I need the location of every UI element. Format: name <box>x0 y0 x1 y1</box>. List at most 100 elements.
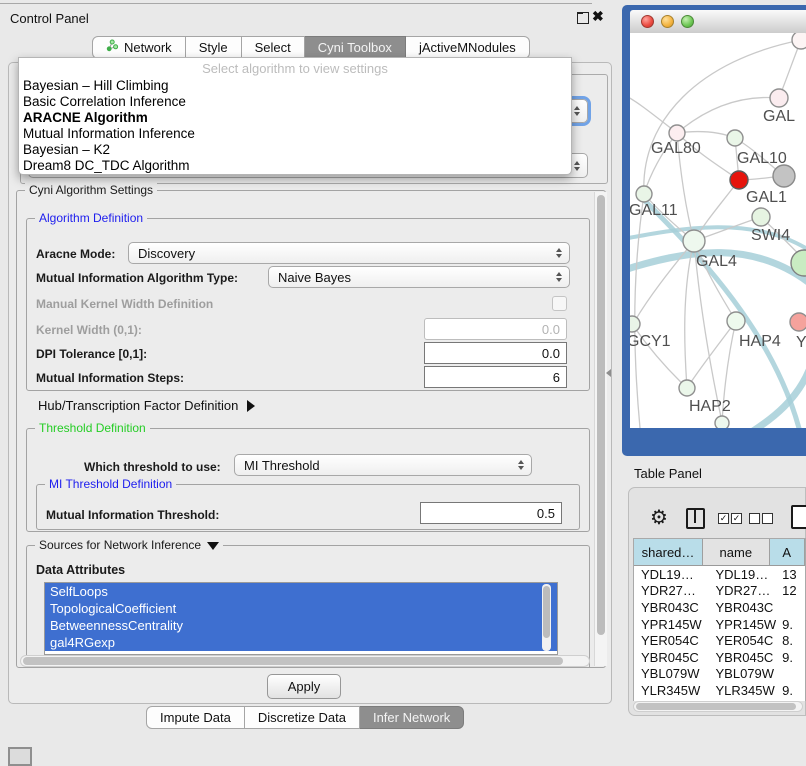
collapse-arrow-icon <box>207 542 219 550</box>
table-cell: 9. <box>782 650 805 665</box>
document-icon[interactable] <box>791 505 806 529</box>
settings-vscrollbar[interactable] <box>594 192 607 666</box>
list-scrollbar[interactable] <box>542 584 551 651</box>
checked-checkbox-icon[interactable]: ✓ <box>718 513 729 524</box>
which-threshold-combo[interactable]: MI Threshold <box>234 454 532 476</box>
algorithm-option[interactable]: ARACNE Algorithm <box>19 110 571 126</box>
network-node-gal11[interactable] <box>636 186 652 202</box>
network-node-y[interactable] <box>790 313 806 331</box>
network-canvas[interactable]: GALGAL80GAL10GAL1GAL11SWI4GAL4GCY1HAP4YH… <box>630 33 806 428</box>
network-node-gcy1[interactable] <box>630 316 640 332</box>
network-node-gal10[interactable] <box>727 130 743 146</box>
network-node[interactable] <box>792 33 806 49</box>
table-cell: YLR345W <box>634 683 711 698</box>
node-label: GCY1 <box>630 333 671 350</box>
network-node-swi4[interactable] <box>752 208 770 226</box>
algorithm-option[interactable]: Dream8 DC_TDC Algorithm <box>19 158 571 174</box>
close-icon[interactable]: ✖ <box>592 8 604 25</box>
node-table: shared…nameA YDL19…YDL19…13YDR27…YDR27…1… <box>633 538 806 701</box>
network-edge <box>685 241 694 388</box>
tab-style[interactable]: Style <box>186 36 242 59</box>
table-row[interactable]: YDL19…YDL19…13 <box>634 566 805 583</box>
attribute-item[interactable]: SelfLoops <box>45 583 557 600</box>
algorithm-option[interactable]: Bayesian – Hill Climbing <box>19 78 571 94</box>
table-row[interactable]: YDR27…YDR27…12 <box>634 583 805 600</box>
minimize-traffic-light[interactable] <box>661 15 674 28</box>
split-columns-icon[interactable] <box>686 508 705 529</box>
dpi-tolerance-field[interactable]: 0.0 <box>424 342 567 364</box>
manual-kernel-label: Manual Kernel Width Definition <box>36 297 213 311</box>
tab-cyni-toolbox[interactable]: Cyni Toolbox <box>305 36 406 59</box>
minimized-panel-icon[interactable] <box>8 747 32 766</box>
table-row[interactable]: YBR043CYBR043C <box>634 599 805 616</box>
unchecked-checkbox-icon[interactable] <box>749 513 760 524</box>
apply-button[interactable]: Apply <box>267 674 341 699</box>
network-node-hap2[interactable] <box>679 380 695 396</box>
panel-title: Control Panel <box>10 11 89 26</box>
network-window-titlebar[interactable] <box>630 10 806 34</box>
table-cell: 8. <box>782 633 805 648</box>
network-node-hap4[interactable] <box>727 312 745 330</box>
algorithm-option[interactable]: Bayesian – K2 <box>19 142 571 158</box>
table-cell: YBL079W <box>711 666 783 681</box>
network-edge <box>677 132 735 138</box>
float-window-icon[interactable] <box>577 12 589 24</box>
unchecked-checkbox-icon[interactable] <box>762 513 773 524</box>
column-header[interactable]: A <box>770 539 805 565</box>
mi-type-combo[interactable]: Naive Bayes <box>268 266 570 288</box>
node-label: Y <box>796 334 806 351</box>
tab-impute-data[interactable]: Impute Data <box>146 706 245 729</box>
algorithm-option[interactable]: Mutual Information Inference <box>19 126 571 142</box>
data-attributes-list[interactable]: SelfLoopsTopologicalCoefficientBetweenne… <box>44 582 558 655</box>
network-node-gal[interactable] <box>770 89 788 107</box>
node-label: HAP2 <box>689 398 731 415</box>
hub-definition-toggle[interactable]: Hub/Transcription Factor Definition <box>38 398 255 413</box>
table-panel-title: Table Panel <box>634 466 702 481</box>
tab-infer-network[interactable]: Infer Network <box>360 706 464 729</box>
network-node-gal80[interactable] <box>669 125 685 141</box>
settings-hscrollbar[interactable] <box>20 655 590 667</box>
attribute-item[interactable]: gal4RGexp <box>45 634 557 651</box>
network-edge <box>687 321 736 388</box>
algorithm-option[interactable]: Basic Correlation Inference <box>19 94 571 110</box>
manual-kernel-checkbox[interactable] <box>552 296 567 311</box>
table-cell: YBR043C <box>634 600 711 615</box>
attribute-item[interactable]: TopologicalCoefficient <box>45 600 557 617</box>
table-row[interactable]: YBL079WYBL079W <box>634 666 805 683</box>
tab-label: Cyni Toolbox <box>318 37 392 58</box>
mi-steps-field[interactable]: 6 <box>424 366 567 388</box>
dpi-tolerance-label: DPI Tolerance [0,1]: <box>36 347 147 361</box>
table-body: YDL19…YDL19…13YDR27…YDR27…12YBR043CYBR04… <box>634 566 805 701</box>
network-node-gal1[interactable] <box>730 171 748 189</box>
node-label: GAL11 <box>630 202 678 219</box>
sources-title[interactable]: Sources for Network Inference <box>35 538 223 552</box>
tab-discretize-data[interactable]: Discretize Data <box>245 706 360 729</box>
attribute-item[interactable]: BetweennessCentrality <box>45 617 557 634</box>
aracne-mode-combo[interactable]: Discovery <box>128 242 570 264</box>
table-row[interactable]: YBR045CYBR045C9. <box>634 649 805 666</box>
table-cell: YLR345W <box>711 683 783 698</box>
network-node-gal4[interactable] <box>683 230 705 252</box>
tab-jactivemnodules[interactable]: jActiveMNodules <box>406 36 530 59</box>
table-row[interactable]: YPR145WYPR145W9. <box>634 616 805 633</box>
tab-select[interactable]: Select <box>242 36 305 59</box>
kernel-width-label: Kernel Width (0,1): <box>36 323 142 337</box>
checked-checkbox-icon[interactable]: ✓ <box>731 513 742 524</box>
aracne-mode-label: Aracne Mode: <box>36 247 115 261</box>
gear-icon[interactable]: ⚙ <box>650 505 668 530</box>
table-cell: YDL19… <box>711 567 783 582</box>
split-pane-collapse-icon[interactable] <box>606 369 611 377</box>
network-node[interactable] <box>773 165 795 187</box>
table-row[interactable]: YLR345WYLR345W9. <box>634 682 805 699</box>
aracne-mode-value: Discovery <box>138 246 195 261</box>
close-traffic-light[interactable] <box>641 15 654 28</box>
table-cell: YDL19… <box>634 567 711 582</box>
column-header[interactable]: shared… <box>634 539 703 565</box>
mi-threshold-field[interactable]: 0.5 <box>420 502 562 524</box>
zoom-traffic-light[interactable] <box>681 15 694 28</box>
network-node[interactable] <box>715 416 729 428</box>
column-header[interactable]: name <box>703 539 769 565</box>
table-row[interactable]: YER054CYER054C8. <box>634 632 805 649</box>
tab-network[interactable]: Network <box>92 36 186 59</box>
table-hscrollbar[interactable] <box>633 701 803 712</box>
